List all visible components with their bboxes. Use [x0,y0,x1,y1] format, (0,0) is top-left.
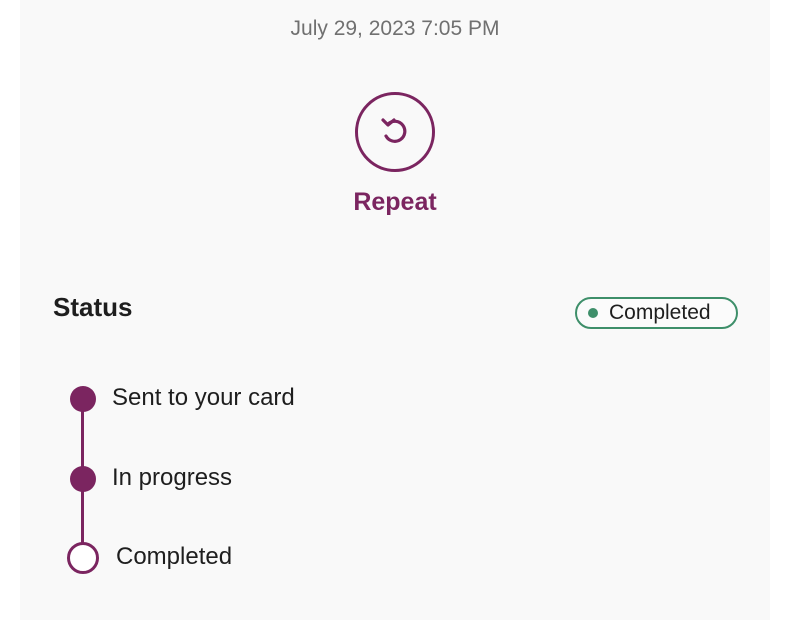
timeline-step-dot-done [70,466,96,492]
status-heading: Status [53,292,133,322]
transaction-timestamp: July 29, 2023 7:05 PM [290,17,500,40]
timeline-step-label: In progress [112,464,233,491]
timeline-step-label: Completed [116,543,233,570]
timeline-step-label: Sent to your card [112,384,295,411]
timeline-step-dot-pending [67,542,99,574]
repeat-icon [381,118,407,143]
repeat-label[interactable]: Repeat [335,188,455,217]
repeat-icon-circle[interactable] [355,92,435,172]
timeline-step-dot-done [70,386,96,412]
status-badge-label: Completed [609,301,711,324]
transaction-detail-panel: July 29, 2023 7:05 PM Repeat Status Comp… [20,0,770,620]
repeat-button[interactable]: Repeat [335,90,455,230]
status-dot-icon [588,308,598,318]
status-badge: Completed [575,297,738,329]
